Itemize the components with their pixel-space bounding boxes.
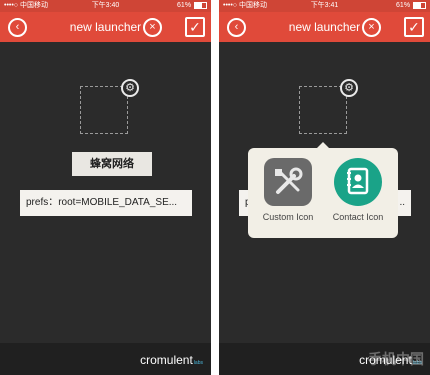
brand-logo: cromulentlabs	[140, 353, 203, 367]
brand-tag: labs	[193, 360, 203, 366]
close-button[interactable]: ×	[362, 18, 381, 37]
prefs-url-field[interactable]: prefs：root=MOBILE_DATA_SE...	[20, 190, 192, 216]
custom-icon-label: Custom Icon	[262, 212, 314, 222]
confirm-check-button[interactable]: ✓	[404, 17, 424, 37]
status-right: 61%	[396, 0, 426, 12]
battery-icon	[194, 1, 207, 9]
phone-screen-left: ••••○ 中国移动 下午3:40 61% ‹ new launcher × ✓…	[0, 0, 211, 375]
phone-screen-right: ••••○ 中国移动 下午3:41 61% ‹ new launcher × ✓…	[219, 0, 430, 375]
contact-icon-label: Contact Icon	[332, 212, 384, 222]
brand-name: cromulent	[140, 353, 193, 367]
gear-icon[interactable]: ⚙	[340, 79, 358, 97]
contact-icon-option[interactable]: Contact Icon	[323, 158, 393, 222]
close-button[interactable]: ×	[143, 18, 162, 37]
nav-bar: ‹ new launcher × ✓	[219, 12, 430, 42]
icon-source-popup: Custom Icon Contact Icon	[248, 142, 398, 238]
bottom-bar: cromulentlabs	[0, 343, 211, 375]
prefs-text-right: ..	[399, 197, 405, 208]
status-bar: ••••○ 中国移动 下午3:40 61%	[0, 0, 211, 12]
battery-icon	[413, 1, 426, 9]
popup-caret	[317, 142, 329, 148]
nav-title: new launcher	[288, 20, 361, 34]
confirm-check-button[interactable]: ✓	[185, 17, 205, 37]
battery-percent: 61%	[396, 2, 411, 9]
status-bar: ••••○ 中国移动 下午3:41 61%	[219, 0, 430, 12]
tools-icon	[264, 158, 312, 206]
nav-bar: ‹ new launcher × ✓	[0, 12, 211, 42]
nav-title: new launcher	[69, 20, 142, 34]
contact-book-icon	[334, 158, 382, 206]
battery-percent: 61%	[177, 2, 192, 9]
icon-placeholder[interactable]	[299, 86, 347, 134]
watermark-text: 手机中国	[368, 351, 424, 367]
gear-icon[interactable]: ⚙	[121, 79, 139, 97]
icon-placeholder[interactable]	[80, 86, 128, 134]
custom-icon-option[interactable]: Custom Icon	[253, 158, 323, 222]
shortcut-label[interactable]: 蜂窝网络	[72, 152, 152, 176]
status-right: 61%	[177, 0, 207, 12]
